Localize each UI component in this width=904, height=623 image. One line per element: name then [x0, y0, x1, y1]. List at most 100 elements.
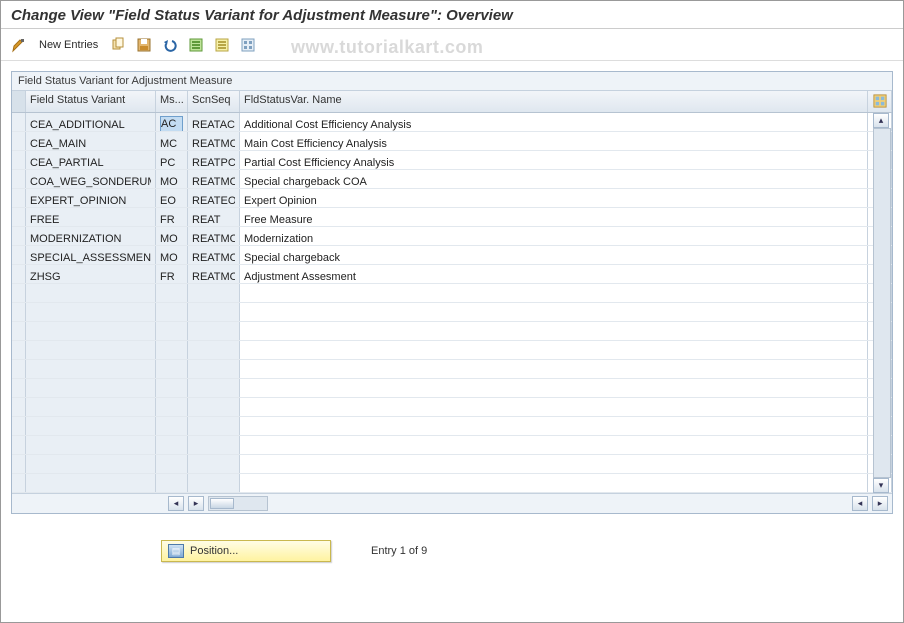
cell-name-input[interactable] [244, 211, 863, 226]
table-settings-icon[interactable] [868, 91, 892, 112]
cell-ms[interactable] [156, 436, 188, 454]
cell-ms-input[interactable] [160, 363, 183, 378]
cell-seq-input[interactable] [192, 230, 235, 245]
cell-seq[interactable] [188, 322, 240, 340]
scroll-track-left[interactable] [208, 496, 268, 511]
cell-ms-input[interactable] [160, 154, 183, 169]
save-icon[interactable] [134, 35, 154, 55]
cell-seq[interactable] [188, 132, 240, 150]
cell-seq-input[interactable] [192, 325, 235, 340]
cell-fsv-input[interactable] [30, 116, 151, 131]
cell-fsv[interactable] [26, 284, 156, 302]
cell-name[interactable] [240, 455, 868, 473]
cell-seq[interactable] [188, 246, 240, 264]
cell-fsv-input[interactable] [30, 382, 151, 397]
cell-name-input[interactable] [244, 401, 863, 416]
cell-name-input[interactable] [244, 477, 863, 492]
cell-name-input[interactable] [244, 382, 863, 397]
cell-ms[interactable] [156, 341, 188, 359]
cell-name[interactable] [240, 284, 868, 302]
cell-name[interactable] [240, 436, 868, 454]
column-header-name[interactable]: FldStatusVar. Name [240, 91, 868, 112]
cell-name-input[interactable] [244, 192, 863, 207]
cell-seq[interactable] [188, 189, 240, 207]
cell-fsv[interactable] [26, 474, 156, 492]
cell-seq[interactable] [188, 398, 240, 416]
cell-fsv-input[interactable] [30, 287, 151, 302]
cell-name-input[interactable] [244, 173, 863, 188]
cell-ms[interactable] [156, 208, 188, 226]
cell-ms-input[interactable] [160, 287, 183, 302]
cell-seq-input[interactable] [192, 401, 235, 416]
cell-fsv[interactable] [26, 341, 156, 359]
cell-seq[interactable] [188, 474, 240, 492]
cell-name-input[interactable] [244, 154, 863, 169]
cell-name[interactable] [240, 360, 868, 378]
table-row[interactable] [12, 113, 892, 132]
cell-fsv-input[interactable] [30, 211, 151, 226]
config-icon[interactable] [238, 35, 258, 55]
cell-fsv-input[interactable] [30, 154, 151, 169]
table-row[interactable] [12, 227, 892, 246]
cell-name[interactable] [240, 189, 868, 207]
cell-fsv[interactable] [26, 303, 156, 321]
cell-fsv-input[interactable] [30, 477, 151, 492]
cell-seq-input[interactable] [192, 420, 235, 435]
cell-name[interactable] [240, 265, 868, 283]
cell-name-input[interactable] [244, 230, 863, 245]
cell-fsv[interactable] [26, 227, 156, 245]
cell-fsv[interactable] [26, 151, 156, 169]
vertical-scrollbar[interactable]: ▴ ▾ [873, 113, 891, 493]
cell-seq[interactable] [188, 227, 240, 245]
cell-seq[interactable] [188, 455, 240, 473]
scroll-up-icon[interactable]: ▴ [873, 113, 889, 128]
cell-ms[interactable] [156, 360, 188, 378]
cell-name[interactable] [240, 417, 868, 435]
cell-fsv-input[interactable] [30, 268, 151, 283]
cell-ms-input[interactable] [160, 325, 183, 340]
table-row-empty[interactable] [12, 379, 892, 398]
table-row[interactable] [12, 246, 892, 265]
cell-ms[interactable] [156, 417, 188, 435]
scroll-right-icon-2[interactable]: ▸ [872, 496, 888, 511]
cell-name[interactable] [240, 113, 868, 131]
table-row-empty[interactable] [12, 341, 892, 360]
cell-ms[interactable] [156, 322, 188, 340]
cell-fsv-input[interactable] [30, 325, 151, 340]
cell-ms[interactable] [156, 227, 188, 245]
cell-name-input[interactable] [244, 268, 863, 283]
cell-ms-input[interactable] [160, 230, 183, 245]
cell-seq[interactable] [188, 341, 240, 359]
cell-name[interactable] [240, 227, 868, 245]
cell-seq-input[interactable] [192, 382, 235, 397]
cell-fsv[interactable] [26, 170, 156, 188]
cell-ms[interactable] [156, 455, 188, 473]
cell-name[interactable] [240, 132, 868, 150]
cell-fsv-input[interactable] [30, 192, 151, 207]
cell-fsv[interactable] [26, 113, 156, 131]
cell-name-input[interactable] [244, 420, 863, 435]
cell-seq[interactable] [188, 284, 240, 302]
table-row-empty[interactable] [12, 322, 892, 341]
cell-name[interactable] [240, 341, 868, 359]
cell-ms-input[interactable] [160, 439, 183, 454]
cell-ms[interactable] [156, 284, 188, 302]
table-row[interactable] [12, 265, 892, 284]
cell-fsv[interactable] [26, 436, 156, 454]
cell-fsv-input[interactable] [30, 439, 151, 454]
table-row[interactable] [12, 170, 892, 189]
cell-fsv[interactable] [26, 322, 156, 340]
cell-seq-input[interactable] [192, 192, 235, 207]
cell-ms-input[interactable] [160, 420, 183, 435]
cell-ms[interactable] [156, 303, 188, 321]
cell-seq[interactable] [188, 417, 240, 435]
cell-seq-input[interactable] [192, 154, 235, 169]
cell-ms[interactable] [156, 170, 188, 188]
cell-fsv-input[interactable] [30, 173, 151, 188]
cell-name[interactable] [240, 322, 868, 340]
scroll-thumb[interactable] [210, 498, 234, 509]
cell-fsv[interactable] [26, 360, 156, 378]
cell-fsv-input[interactable] [30, 249, 151, 264]
cell-name-input[interactable] [244, 249, 863, 264]
cell-seq-input[interactable] [192, 173, 235, 188]
